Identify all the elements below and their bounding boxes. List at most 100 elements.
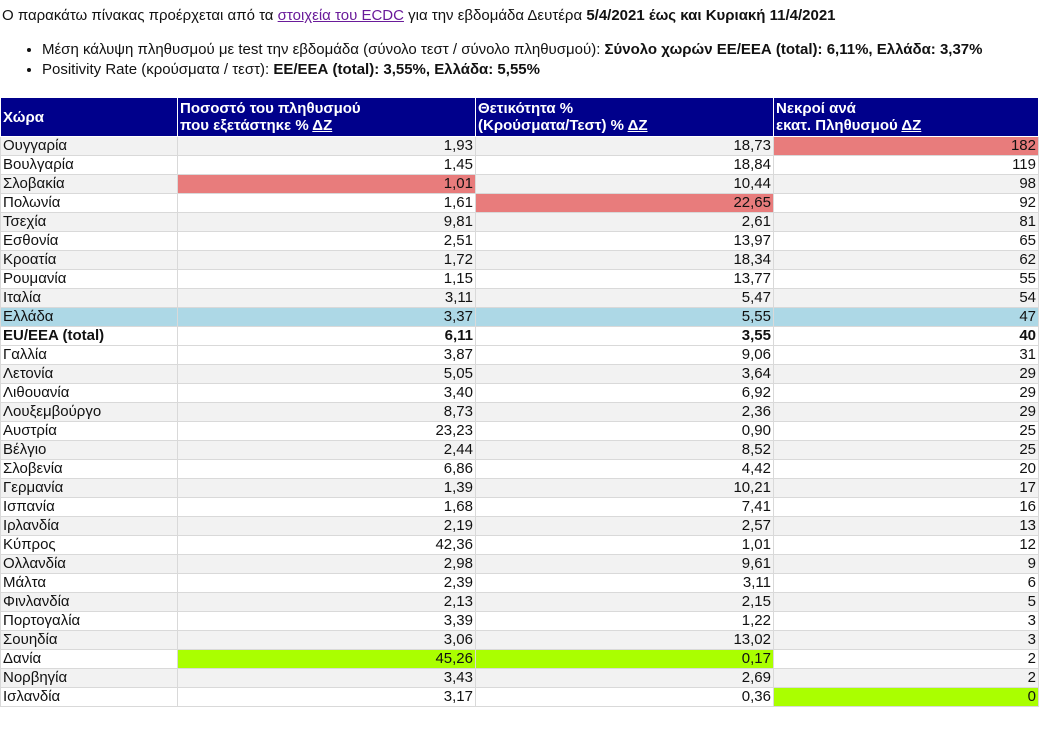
cell-tested: 3,11 (177, 288, 476, 308)
cell-country: Δανία (0, 649, 178, 669)
cell-country: Λετονία (0, 364, 178, 384)
cell-positivity: 2,15 (475, 592, 774, 612)
cell-positivity: 4,42 (475, 459, 774, 479)
cell-deaths: 3 (773, 630, 1039, 650)
cell-tested: 1,39 (177, 478, 476, 498)
table-row: Λιθουανία 3,40 6,92 29 (0, 383, 1039, 403)
cell-tested: 1,01 (177, 174, 476, 194)
header-deaths: Νεκροί ανά εκατ. Πληθυσμού ΔΖ (773, 97, 1039, 137)
cell-deaths: 3 (773, 611, 1039, 631)
cell-country: Ελλάδα (0, 307, 178, 327)
cell-deaths: 9 (773, 554, 1039, 574)
cell-deaths: 92 (773, 193, 1039, 213)
table-row: Ελλάδα 3,37 5,55 47 (0, 307, 1039, 327)
cell-positivity: 13,97 (475, 231, 774, 251)
cell-country: Πολωνία (0, 193, 178, 213)
cell-positivity: 2,61 (475, 212, 774, 232)
intro-date-range: 5/4/2021 έως και Κυριακή 11/4/2021 (586, 7, 836, 24)
table-row: Πορτογαλία 3,39 1,22 3 (0, 611, 1039, 631)
cell-positivity: 2,36 (475, 402, 774, 422)
cell-deaths: 0 (773, 687, 1039, 707)
header-deaths-line2: εκατ. Πληθυσμού (776, 117, 898, 134)
cell-country: Σλοβενία (0, 459, 178, 479)
cell-country: Λιθουανία (0, 383, 178, 403)
cell-country: Κροατία (0, 250, 178, 270)
table-row: Ιρλανδία 2,19 2,57 13 (0, 516, 1039, 536)
cell-tested: 45,26 (177, 649, 476, 669)
cell-deaths: 62 (773, 250, 1039, 270)
cell-tested: 6,11 (177, 326, 476, 346)
cell-tested: 3,17 (177, 687, 476, 707)
cell-positivity: 22,65 (475, 193, 774, 213)
table-row: Ρουμανία 1,15 13,77 55 (0, 269, 1039, 289)
intro-text-middle: για την εβδομάδα Δευτέρα (403, 7, 587, 24)
cell-country: Σλοβακία (0, 174, 178, 194)
cell-positivity: 0,17 (475, 649, 774, 669)
table-row: Γαλλία 3,87 9,06 31 (0, 345, 1039, 365)
cell-deaths: 40 (773, 326, 1039, 346)
table-row: Λετονία 5,05 3,64 29 (0, 364, 1039, 384)
cell-tested: 1,93 (177, 136, 476, 156)
cell-deaths: 25 (773, 421, 1039, 441)
table-row: Δανία 45,26 0,17 2 (0, 649, 1039, 669)
ecdc-data-link[interactable]: στοιχεία του ECDC (278, 7, 404, 24)
table-row: Σλοβενία 6,86 4,42 20 (0, 459, 1039, 479)
table-row: Λουξεμβούργο 8,73 2,36 29 (0, 402, 1039, 422)
cell-positivity: 6,92 (475, 383, 774, 403)
cell-tested: 2,39 (177, 573, 476, 593)
table-row: Ουγγαρία 1,93 18,73 182 (0, 136, 1039, 156)
cell-country: Ιρλανδία (0, 516, 178, 536)
table-row: Ιταλία 3,11 5,47 54 (0, 288, 1039, 308)
bullet-label: Μέση κάλυψη πληθυσμού με test την εβδομά… (42, 41, 605, 58)
cell-deaths: 2 (773, 649, 1039, 669)
sort-positivity-button[interactable]: ΔΖ (628, 117, 648, 134)
cell-tested: 9,81 (177, 212, 476, 232)
bullet-positivity-rate: Positivity Rate (κρούσματα / τεστ): ΕΕ/Ε… (42, 60, 983, 80)
cell-deaths: 65 (773, 231, 1039, 251)
cell-positivity: 5,55 (475, 307, 774, 327)
header-country-label: Χώρα (3, 108, 44, 126)
cell-positivity: 3,11 (475, 573, 774, 593)
table-row: Ισλανδία 3,17 0,36 0 (0, 687, 1039, 707)
cell-positivity: 8,52 (475, 440, 774, 460)
cell-deaths: 20 (773, 459, 1039, 479)
cell-deaths: 47 (773, 307, 1039, 327)
header-tested-line1: Ποσοστό του πληθυσμού (180, 100, 361, 117)
country-stats-table: Χώρα Ποσοστό του πληθυσμού που εξετάστηκ… (0, 97, 1039, 707)
cell-tested: 1,61 (177, 193, 476, 213)
sort-deaths-button[interactable]: ΔΖ (901, 117, 921, 134)
table-row: Τσεχία 9,81 2,61 81 (0, 212, 1039, 232)
cell-deaths: 13 (773, 516, 1039, 536)
sort-tested-button[interactable]: ΔΖ (312, 117, 332, 134)
bullet-label: Positivity Rate (κρούσματα / τεστ): (42, 61, 274, 78)
cell-positivity: 3,55 (475, 326, 774, 346)
cell-tested: 3,87 (177, 345, 476, 365)
cell-tested: 3,37 (177, 307, 476, 327)
cell-country: Τσεχία (0, 212, 178, 232)
header-deaths-line1: Νεκροί ανά (776, 100, 856, 117)
cell-deaths: 29 (773, 383, 1039, 403)
cell-country: Ουγγαρία (0, 136, 178, 156)
summary-bullets: Μέση κάλυψη πληθυσμού με test την εβδομά… (0, 40, 983, 80)
cell-country: Γαλλία (0, 345, 178, 365)
cell-deaths: 182 (773, 136, 1039, 156)
cell-country: Κύπρος (0, 535, 178, 555)
cell-tested: 5,05 (177, 364, 476, 384)
table-row: Νορβηγία 3,43 2,69 2 (0, 668, 1039, 688)
bullet-value: ΕΕ/ΕΕΑ (total): 3,55%, Ελλάδα: 5,55% (273, 61, 540, 78)
header-positivity-line1: Θετικότητα % (478, 100, 574, 117)
cell-country: Λουξεμβούργο (0, 402, 178, 422)
cell-country: Μάλτα (0, 573, 178, 593)
cell-tested: 1,68 (177, 497, 476, 517)
cell-positivity: 7,41 (475, 497, 774, 517)
header-tested-line2: που εξετάστηκε % (180, 117, 309, 134)
table-row: Αυστρία 23,23 0,90 25 (0, 421, 1039, 441)
cell-tested: 3,06 (177, 630, 476, 650)
header-tested: Ποσοστό του πληθυσμού που εξετάστηκε % Δ… (177, 97, 476, 137)
table-row: Κύπρος 42,36 1,01 12 (0, 535, 1039, 555)
cell-tested: 1,72 (177, 250, 476, 270)
table-row: Γερμανία 1,39 10,21 17 (0, 478, 1039, 498)
cell-country: Βουλγαρία (0, 155, 178, 175)
cell-deaths: 54 (773, 288, 1039, 308)
cell-deaths: 119 (773, 155, 1039, 175)
